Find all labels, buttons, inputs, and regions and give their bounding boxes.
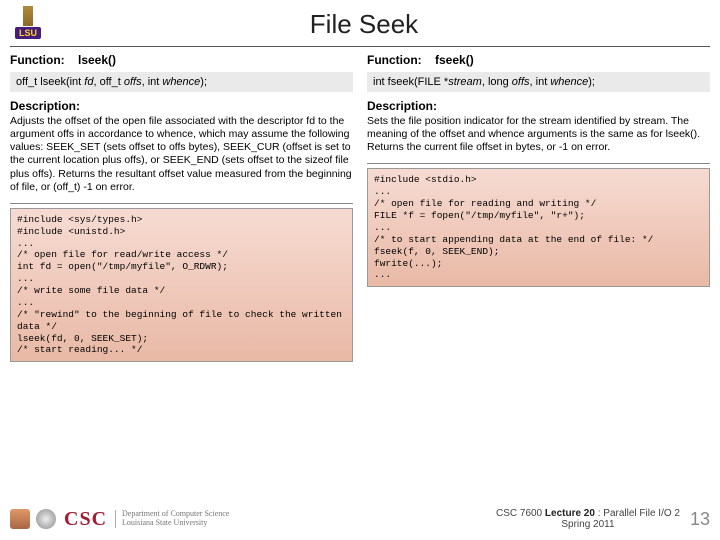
sig-text: , int [142, 76, 163, 88]
function-name: lseek() [78, 53, 116, 67]
sig-text: , long [482, 76, 512, 88]
col-divider [10, 203, 353, 204]
footer: CSC Department of Computer Science Louis… [0, 498, 720, 540]
sig-arg: whence [550, 76, 588, 88]
dept-line2: Louisiana State University [122, 519, 229, 528]
page-number: 13 [690, 509, 710, 530]
sig-arg: stream [448, 76, 482, 88]
page-title: File Seek [58, 9, 710, 40]
tower-icon [23, 6, 33, 26]
lecture-bold: Lecture 20 [545, 508, 595, 519]
sig-text: , off_t [93, 76, 123, 88]
signature-right: int fseek(FILE *stream, long offs, int w… [367, 72, 710, 92]
description-text-left: Adjusts the offset of the open file asso… [10, 115, 353, 200]
description-label: Description: [367, 97, 710, 115]
sig-text: ); [588, 76, 595, 88]
lecture-post: : Parallel File I/O 2 [595, 508, 680, 519]
header: LSU File Seek [0, 0, 720, 44]
sig-text: off_t lseek(int [16, 76, 84, 88]
term: Spring 2011 [561, 519, 614, 530]
sig-arg: whence [162, 76, 200, 88]
sig-arg: offs [512, 76, 530, 88]
description-text-right: Sets the file position indicator for the… [367, 115, 710, 160]
lecture-info: CSC 7600 Lecture 20 : Parallel File I/O … [496, 508, 680, 530]
code-box-right: #include <stdio.h> ... /* open file for … [367, 168, 710, 287]
lecture-pre: CSC 7600 [496, 508, 545, 519]
cct-logo-icon [10, 509, 30, 529]
right-column: Function: fseek() int fseek(FILE *stream… [367, 51, 710, 362]
col-divider [367, 163, 710, 164]
code-box-left: #include <sys/types.h> #include <unistd.… [10, 208, 353, 363]
sig-arg: offs [124, 76, 142, 88]
sig-text: ); [200, 76, 207, 88]
sig-text: int fseek(FILE * [373, 76, 448, 88]
csc-logo: CSC [64, 508, 107, 531]
columns: Function: lseek() off_t lseek(int fd, of… [0, 51, 720, 362]
left-column: Function: lseek() off_t lseek(int fd, of… [10, 51, 353, 362]
sig-text: , int [530, 76, 551, 88]
description-label: Description: [10, 97, 353, 115]
function-label: Function: [10, 53, 65, 67]
signature-left: off_t lseek(int fd, off_t offs, int when… [10, 72, 353, 92]
footer-logos [10, 509, 56, 529]
function-name: fseek() [435, 53, 474, 67]
function-label: Function: [367, 53, 422, 67]
department-text: Department of Computer Science Louisiana… [115, 510, 229, 528]
function-row-left: Function: lseek() [10, 51, 353, 69]
nsf-logo-icon [36, 509, 56, 529]
divider [10, 46, 710, 47]
lsu-badge: LSU [15, 27, 41, 39]
function-row-right: Function: fseek() [367, 51, 710, 69]
lsu-logo: LSU [10, 6, 46, 42]
